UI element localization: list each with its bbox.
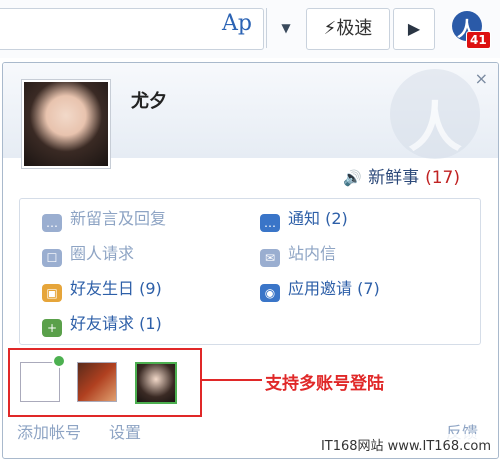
- news-feed-link[interactable]: 🔊 新鲜事 (17): [343, 163, 460, 188]
- person-tag-icon: ☐: [42, 249, 62, 267]
- profile-header: 人 × 尤夕: [3, 63, 498, 169]
- reader-icon[interactable]: Ap: [222, 11, 252, 36]
- tag-request-item[interactable]: ☐ 圈人请求: [42, 242, 134, 267]
- account-avatar[interactable]: [135, 362, 177, 404]
- messages-item[interactable]: … 新留言及回复: [42, 207, 166, 232]
- renren-watermark-icon: 人: [390, 69, 480, 159]
- renren-button[interactable]: 人 41: [450, 9, 491, 49]
- speed-mode-button[interactable]: ⚡极速: [306, 8, 390, 50]
- avatar[interactable]: [21, 79, 111, 169]
- username[interactable]: 尤夕: [131, 87, 167, 113]
- annotation-line: [200, 379, 262, 381]
- comment-icon: …: [42, 214, 62, 232]
- site-watermark: IT168网站 www.IT168.com: [317, 434, 494, 455]
- online-status-icon: [52, 354, 66, 368]
- envelope-icon: ✉: [260, 249, 280, 267]
- friend-requests-item[interactable]: + 好友请求 (1): [42, 312, 162, 337]
- birthdays-item[interactable]: ▣ 好友生日 (9): [42, 277, 162, 302]
- account-avatar[interactable]: [77, 362, 117, 402]
- panel-footer: 添加帐号 设置: [17, 419, 141, 443]
- speed-mode-label: 极速: [336, 18, 373, 39]
- add-friend-icon: +: [42, 319, 62, 337]
- notification-box: … 新留言及回复 … 通知 (2) ☐ 圈人请求 ✉ 站内信 ▣ 好友生日 (9) ◉ 应用…: [19, 198, 481, 345]
- gift-icon: ▣: [42, 284, 62, 302]
- account-avatar[interactable]: [20, 362, 60, 402]
- inbox-item[interactable]: ✉ 站内信: [260, 242, 336, 267]
- account-switcher: [8, 348, 202, 417]
- chevron-down-icon[interactable]: ▼: [271, 8, 301, 48]
- chat-bubble-icon: …: [260, 214, 280, 232]
- lightning-icon: ⚡: [323, 18, 337, 39]
- speaker-icon: 🔊: [343, 169, 363, 187]
- add-account-link[interactable]: 添加帐号: [17, 423, 81, 442]
- renren-popup-panel: 人 × 尤夕 🔊 新鲜事 (17) … 新留言及回复 … 通知 (2) ☐ 圈人请求 ✉ 站…: [2, 62, 499, 459]
- toolbar-divider: [266, 8, 267, 48]
- play-icon[interactable]: ▶: [393, 8, 435, 50]
- settings-link[interactable]: 设置: [109, 423, 141, 442]
- app-invites-item[interactable]: ◉ 应用邀请 (7): [260, 277, 380, 302]
- browser-toolbar: Ap ▼ ⚡极速 ▶ 人 41: [0, 0, 500, 58]
- multi-account-annotation: 支持多账号登陆: [265, 374, 384, 394]
- notices-item[interactable]: … 通知 (2): [260, 207, 348, 232]
- close-icon[interactable]: ×: [475, 69, 488, 88]
- notification-badge: 41: [466, 31, 491, 49]
- gamepad-icon: ◉: [260, 284, 280, 302]
